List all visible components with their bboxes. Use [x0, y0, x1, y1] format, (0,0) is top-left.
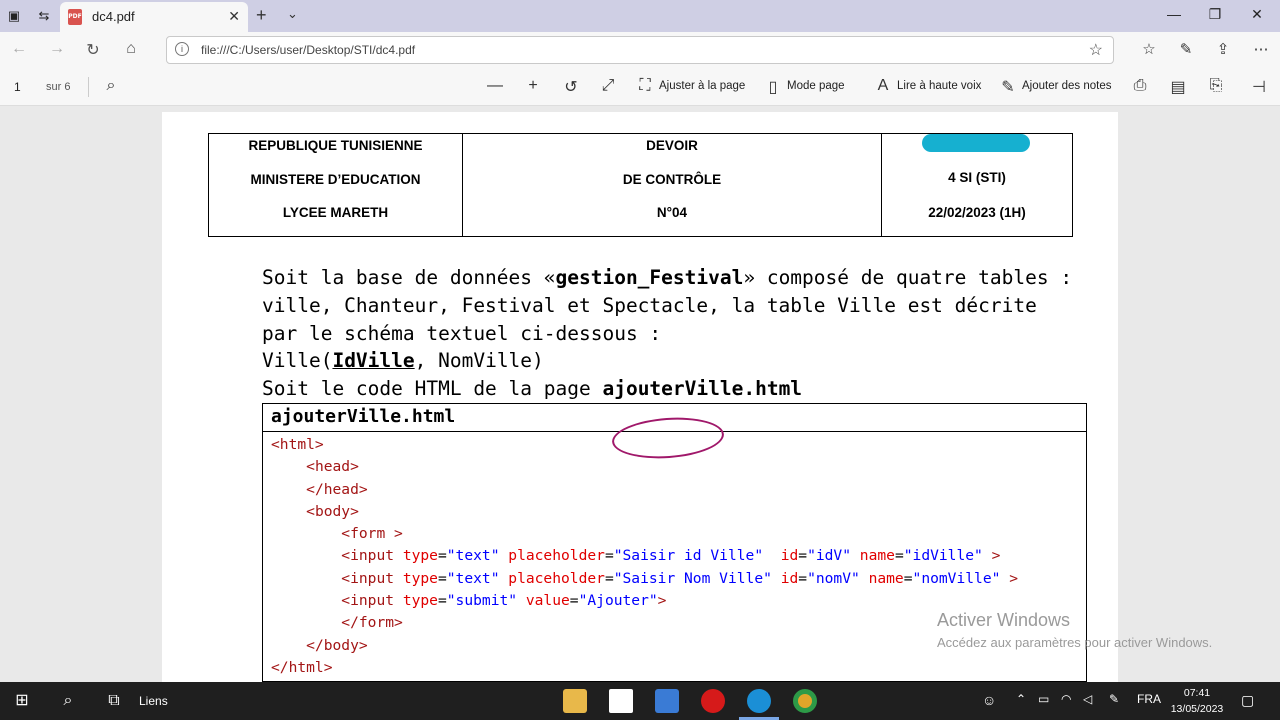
mail-icon[interactable] [609, 689, 633, 713]
tab-dc4[interactable]: PDF dc4.pdf ✕ [60, 2, 248, 32]
tab-title: dc4.pdf [92, 9, 135, 24]
search-icon[interactable]: ⌕ [101, 77, 121, 95]
taskbar: ⊞ ⌕ ⧉ Liens ☺ ⌃ ▭ ◠ ◁ ✎ FRA 07:41 13/05/… [0, 682, 1280, 720]
opera-icon[interactable] [701, 689, 725, 713]
language-indicator[interactable]: FRA [1137, 692, 1161, 706]
activation-title: Activer Windows [937, 610, 1071, 630]
maximize-icon[interactable]: ❐ [1205, 6, 1225, 23]
pen-workspace-icon[interactable]: ✎ [1109, 692, 1119, 706]
page-count: sur 6 [46, 81, 71, 93]
new-tab-icon[interactable]: + [256, 5, 267, 26]
header-date: 22/02/2023 (1H) [928, 205, 1026, 220]
header-center: DEVOIR DE CONTRÔLE N°04 [463, 134, 882, 236]
people-icon[interactable]: ☺ [982, 692, 996, 708]
header-left: REPUBLIQUE TUNISIENNE MINISTERE D’EDUCAT… [209, 134, 463, 236]
read-aloud-icon[interactable]: A [873, 77, 893, 95]
star-icon[interactable]: ☆ [1089, 40, 1103, 60]
fullscreen-icon[interactable]: ⤢ [598, 77, 618, 95]
chevron-up-icon[interactable]: ⌃ [1016, 692, 1026, 706]
tab-actions-icon[interactable]: ⇆ [36, 8, 52, 24]
favorites-icon[interactable]: ☆ [1139, 40, 1159, 58]
redaction-mark [922, 134, 1030, 152]
edge-icon[interactable] [747, 689, 771, 713]
forward-icon[interactable]: → [46, 40, 68, 58]
notes-icon[interactable]: ✎ [998, 77, 1018, 97]
share-icon[interactable]: ⇪ [1213, 40, 1233, 58]
minimize-icon[interactable]: — [1164, 6, 1184, 22]
file-explorer-icon[interactable] [563, 689, 587, 713]
close-window-icon[interactable]: ✕ [1247, 6, 1267, 23]
rotate-icon[interactable]: ↺ [561, 77, 581, 97]
para-line-5: Soit le code HTML de la page ajouterVill… [262, 377, 803, 401]
workspaces-icon[interactable]: ▣ [6, 8, 22, 24]
zoom-in-icon[interactable]: + [523, 77, 543, 95]
divider [88, 77, 89, 97]
para-line-4: Ville(IdVille, NomVille) [262, 349, 544, 373]
home-icon[interactable]: ⌂ [120, 40, 142, 58]
save-as-icon[interactable]: ⎘ [1206, 77, 1226, 95]
header-class: 4 SI (STI) [948, 170, 1006, 185]
header-number: N°04 [656, 205, 688, 220]
more-icon[interactable]: ⋯ [1251, 40, 1271, 58]
pin-icon[interactable]: ⊣ [1249, 77, 1269, 97]
read-aloud-button[interactable]: Lire à haute voix [897, 80, 981, 92]
wifi-icon[interactable]: ◠ [1061, 692, 1071, 706]
notifications-icon[interactable]: ▢ [1241, 692, 1254, 709]
refresh-icon[interactable]: ↻ [82, 40, 104, 60]
volume-icon[interactable]: ◁ [1083, 692, 1092, 706]
store-icon[interactable] [655, 689, 679, 713]
save-icon[interactable]: ▤ [1168, 77, 1188, 97]
page-mode-button[interactable]: Mode page [787, 80, 845, 92]
header-republic: REPUBLIQUE TUNISIENNE [248, 138, 423, 153]
chevron-down-icon[interactable]: ⌄ [287, 6, 298, 22]
para-line-3: par le schéma textuel ci-dessous : [262, 321, 662, 345]
clock[interactable]: 07:41 13/05/2023 [1168, 685, 1226, 717]
para-line-2: ville, Chanteur, Festival et Spectacle, … [262, 293, 1037, 317]
print-icon[interactable]: ⎙ [1130, 77, 1150, 95]
info-icon[interactable]: i [175, 42, 189, 56]
windows-start-icon[interactable]: ⊞ [12, 691, 32, 711]
links-toolbar[interactable]: Liens [139, 694, 168, 708]
close-tab-icon[interactable]: ✕ [228, 8, 240, 25]
url-text[interactable]: file:///C:/Users/user/Desktop/STI/dc4.pd… [201, 43, 415, 57]
pdf-page: REPUBLIQUE TUNISIENNE MINISTERE D’EDUCAT… [162, 112, 1118, 684]
add-notes-button[interactable]: Ajouter des notes [1022, 80, 1112, 92]
header-school: LYCEE MARETH [282, 205, 389, 220]
pdf-icon: PDF [68, 9, 82, 25]
fit-page-button[interactable]: Ajuster à la page [659, 80, 745, 92]
address-bar: ← → ↻ ⌂ i file:///C:/Users/user/Desktop/… [0, 32, 1280, 68]
url-field[interactable]: i file:///C:/Users/user/Desktop/STI/dc4.… [166, 36, 1114, 64]
title-bar: ▣ ⇆ PDF dc4.pdf ✕ + ⌄ — ❐ ✕ [0, 0, 1280, 32]
clock-time: 07:41 [1183, 687, 1211, 699]
pen-icon[interactable]: ✎ [1176, 40, 1196, 58]
header-devoir: DEVOIR [646, 138, 698, 153]
para-line-1: Soit la base de données «gestion_Festiva… [262, 266, 1073, 289]
chrome-icon[interactable] [793, 689, 817, 713]
header-ministry: MINISTERE D’EDUCATION [250, 171, 421, 187]
zoom-out-icon[interactable]: — [485, 77, 505, 95]
task-view-icon[interactable]: ⧉ [104, 691, 124, 711]
back-icon[interactable]: ← [8, 40, 30, 58]
fit-page-icon[interactable]: ⛶ [635, 77, 655, 95]
page-mode-icon[interactable]: ▯ [763, 77, 783, 97]
exercise-text: Soit la base de données «gestion_Festiva… [262, 264, 1102, 403]
page-number-input[interactable]: 1 [14, 80, 21, 94]
clock-date: 13/05/2023 [1170, 703, 1224, 715]
header-controle: DE CONTRÔLE [622, 171, 722, 187]
battery-icon[interactable]: ▭ [1038, 692, 1049, 706]
activation-subtitle: Accédez aux paramètres pour activer Wind… [937, 635, 1213, 650]
search-icon[interactable]: ⌕ [58, 691, 78, 711]
pdf-toolbar: 1 sur 6 ⌕ — + ↺ ⤢ ⛶ Ajuster à la page ▯ … [0, 68, 1280, 106]
